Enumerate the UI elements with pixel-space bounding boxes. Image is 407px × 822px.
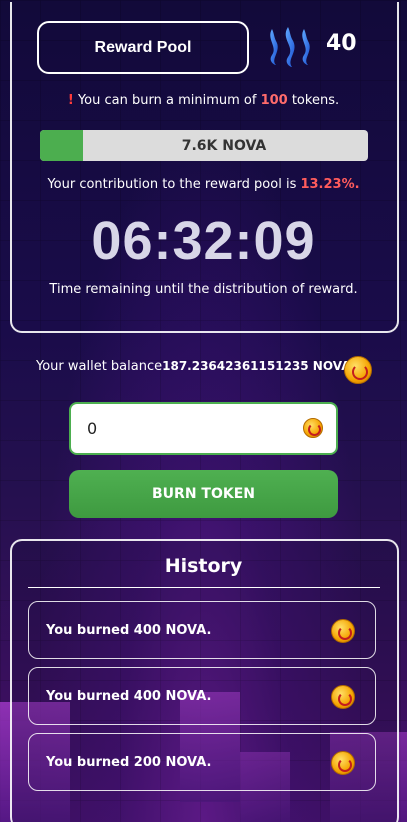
history-divider — [28, 587, 380, 588]
history-item-text: You burned 200 NOVA. — [46, 754, 212, 770]
history-item-text: You burned 400 NOVA. — [46, 688, 212, 704]
history-item: You burned 400 NOVA. — [28, 601, 376, 659]
wallet-balance: Your wallet balance187.23642361151235 NO… — [36, 359, 351, 374]
contribution-prefix: Your contribution to the reward pool is — [47, 177, 301, 192]
notice-suffix: tokens. — [287, 93, 340, 108]
history-title: History — [164, 555, 243, 577]
reward-pool-button[interactable]: Reward Pool — [37, 21, 249, 74]
countdown-timer: 06:32:09 — [91, 211, 316, 271]
nova-coin-icon — [303, 418, 323, 438]
history-item: You burned 400 NOVA. — [28, 667, 376, 725]
steem-logo-icon — [270, 27, 310, 67]
history-item: You burned 200 NOVA. — [28, 733, 376, 791]
contribution-percent: 13.23%. — [300, 177, 360, 192]
progress-label: 7.6K NOVA — [181, 137, 267, 154]
minimum-amount: 100 — [260, 93, 288, 108]
wallet-balance-value: 187.23642361151235 NOVA — [162, 359, 351, 373]
countdown-label: Time remaining until the distribution of… — [49, 282, 358, 297]
steem-count: 40 — [326, 31, 357, 56]
wallet-balance-label: Your wallet balance — [36, 359, 163, 374]
notice-prefix: You can burn a minimum of — [73, 93, 261, 108]
nova-coin-icon — [331, 619, 355, 643]
nova-coin-icon — [331, 685, 355, 709]
burn-token-button[interactable]: BURN TOKEN — [69, 470, 338, 518]
history-item-text: You burned 400 NOVA. — [46, 622, 212, 638]
minimum-burn-notice: ! You can burn a minimum of 100 tokens. — [0, 93, 407, 108]
reward-pool-progress-bar: 7.6K NOVA — [40, 130, 368, 161]
burn-amount-input[interactable] — [69, 402, 338, 455]
nova-coin-icon — [331, 751, 355, 775]
nova-coin-icon — [344, 356, 372, 384]
contribution-text: Your contribution to the reward pool is … — [0, 177, 407, 192]
